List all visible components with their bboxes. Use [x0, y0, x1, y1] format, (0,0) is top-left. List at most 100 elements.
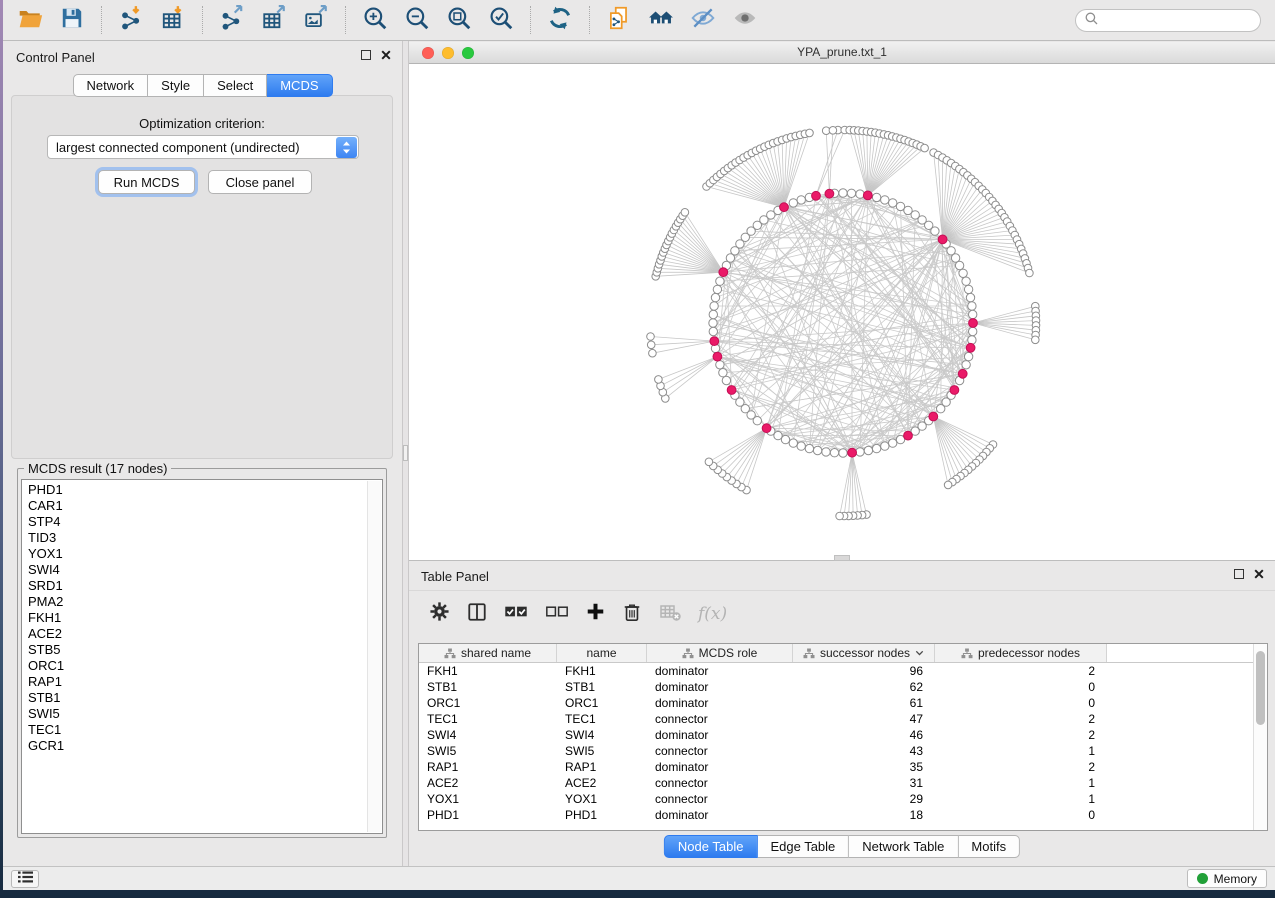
table-row[interactable]: PHD1PHD1dominator180 — [419, 807, 1267, 823]
horizontal-splitter-handle[interactable] — [834, 555, 850, 561]
import-network-button[interactable] — [110, 3, 152, 37]
search-box[interactable] — [1075, 9, 1261, 32]
result-node-item[interactable]: GCR1 — [22, 738, 382, 754]
table-row[interactable]: SWI4SWI4dominator462 — [419, 727, 1267, 743]
result-node-item[interactable]: ACE2 — [22, 626, 382, 642]
run-mcds-button[interactable]: Run MCDS — [98, 170, 195, 194]
columns-button[interactable] — [467, 601, 487, 627]
column-header-mcds-role[interactable]: MCDS role — [647, 644, 793, 662]
result-node-item[interactable]: STP4 — [22, 514, 382, 530]
table-cell-mcds-role[interactable]: dominator — [647, 696, 793, 710]
table-tab-network-table[interactable]: Network Table — [849, 835, 958, 858]
table-cell-mcds-role[interactable]: dominator — [647, 680, 793, 694]
criterion-dropdown[interactable]: largest connected component (undirected) — [47, 135, 359, 159]
result-node-item[interactable]: TEC1 — [22, 722, 382, 738]
table-cell-shared-name[interactable]: FKH1 — [419, 664, 557, 678]
result-node-item[interactable]: PHD1 — [22, 482, 382, 498]
memory-button[interactable]: Memory — [1187, 869, 1267, 888]
result-node-item[interactable]: PMA2 — [22, 594, 382, 610]
float-panel-icon[interactable] — [1234, 569, 1244, 579]
table-cell-name[interactable]: RAP1 — [557, 760, 647, 774]
table-cell-name[interactable]: SWI5 — [557, 744, 647, 758]
table-row[interactable]: STB1STB1dominator620 — [419, 679, 1267, 695]
table-cell-successor-nodes[interactable]: 29 — [793, 792, 935, 806]
table-cell-name[interactable]: SWI4 — [557, 728, 647, 742]
table-cell-successor-nodes[interactable]: 43 — [793, 744, 935, 758]
task-history-button[interactable] — [11, 870, 39, 888]
result-node-item[interactable]: RAP1 — [22, 674, 382, 690]
tab-network[interactable]: Network — [72, 74, 148, 97]
first-neighbors-button[interactable] — [640, 3, 682, 37]
close-panel-icon[interactable] — [1254, 569, 1264, 579]
result-node-item[interactable]: SWI4 — [22, 562, 382, 578]
column-header-name[interactable]: name — [557, 644, 647, 662]
table-cell-predecessor-nodes[interactable]: 0 — [935, 680, 1107, 694]
tab-style[interactable]: Style — [148, 74, 204, 97]
table-cell-shared-name[interactable]: PHD1 — [419, 808, 557, 822]
copy-button[interactable] — [598, 3, 640, 37]
table-scrollbar[interactable] — [1253, 644, 1267, 830]
result-node-item[interactable]: ORC1 — [22, 658, 382, 674]
gear-button[interactable] — [429, 601, 450, 627]
table-cell-successor-nodes[interactable]: 18 — [793, 808, 935, 822]
column-header-successor-nodes[interactable]: successor nodes — [793, 644, 935, 662]
table-cell-name[interactable]: PHD1 — [557, 808, 647, 822]
table-row[interactable]: FKH1FKH1dominator962 — [419, 663, 1267, 679]
table-cell-mcds-role[interactable]: connector — [647, 712, 793, 726]
table-cell-mcds-role[interactable]: dominator — [647, 808, 793, 822]
table-row[interactable]: TEC1TEC1connector472 — [419, 711, 1267, 727]
table-cell-predecessor-nodes[interactable]: 1 — [935, 776, 1107, 790]
add-button[interactable] — [586, 601, 605, 627]
table-cell-shared-name[interactable]: SWI4 — [419, 728, 557, 742]
table-cell-mcds-role[interactable]: connector — [647, 776, 793, 790]
search-input[interactable] — [1103, 14, 1260, 28]
table-cell-mcds-role[interactable]: dominator — [647, 728, 793, 742]
table-cell-mcds-role[interactable]: dominator — [647, 664, 793, 678]
delete-button[interactable] — [622, 601, 642, 627]
result-node-item[interactable]: SRD1 — [22, 578, 382, 594]
zoom-in-button[interactable] — [354, 3, 396, 37]
zoom-fit-button[interactable] — [438, 3, 480, 37]
close-panel-button[interactable]: Close panel — [208, 170, 312, 194]
maximize-window-icon[interactable] — [462, 47, 474, 59]
table-cell-predecessor-nodes[interactable]: 2 — [935, 664, 1107, 678]
import-table-button[interactable] — [152, 3, 194, 37]
table-cell-name[interactable]: ORC1 — [557, 696, 647, 710]
table-cell-shared-name[interactable]: ORC1 — [419, 696, 557, 710]
table-cell-name[interactable]: STB1 — [557, 680, 647, 694]
table-cell-predecessor-nodes[interactable]: 2 — [935, 712, 1107, 726]
table-cell-predecessor-nodes[interactable]: 1 — [935, 744, 1107, 758]
table-row[interactable]: YOX1YOX1connector291 — [419, 791, 1267, 807]
table-cell-predecessor-nodes[interactable]: 2 — [935, 728, 1107, 742]
table-cell-mcds-role[interactable]: connector — [647, 744, 793, 758]
table-row[interactable]: ORC1ORC1dominator610 — [419, 695, 1267, 711]
table-cell-shared-name[interactable]: ACE2 — [419, 776, 557, 790]
table-cell-successor-nodes[interactable]: 35 — [793, 760, 935, 774]
export-table-button[interactable] — [253, 3, 295, 37]
result-node-item[interactable]: STB1 — [22, 690, 382, 706]
table-row[interactable]: SWI5SWI5connector431 — [419, 743, 1267, 759]
table-cell-shared-name[interactable]: YOX1 — [419, 792, 557, 806]
float-panel-icon[interactable] — [361, 50, 371, 60]
table-cell-successor-nodes[interactable]: 46 — [793, 728, 935, 742]
table-cell-predecessor-nodes[interactable]: 2 — [935, 760, 1107, 774]
minimize-window-icon[interactable] — [442, 47, 454, 59]
splitter-handle[interactable] — [403, 445, 408, 461]
table-cell-name[interactable]: FKH1 — [557, 664, 647, 678]
table-cell-mcds-role[interactable]: dominator — [647, 760, 793, 774]
result-node-item[interactable]: SWI5 — [22, 706, 382, 722]
table-cell-predecessor-nodes[interactable]: 0 — [935, 696, 1107, 710]
save-button[interactable] — [51, 3, 93, 37]
table-cell-name[interactable]: TEC1 — [557, 712, 647, 726]
table-row[interactable]: RAP1RAP1dominator352 — [419, 759, 1267, 775]
deselect-all-button[interactable] — [545, 601, 569, 627]
table-cell-name[interactable]: YOX1 — [557, 792, 647, 806]
table-cell-shared-name[interactable]: RAP1 — [419, 760, 557, 774]
result-node-item[interactable]: FKH1 — [22, 610, 382, 626]
table-row[interactable]: ACE2ACE2connector311 — [419, 775, 1267, 791]
zoom-out-button[interactable] — [396, 3, 438, 37]
table-tab-node-table[interactable]: Node Table — [664, 835, 758, 858]
table-cell-mcds-role[interactable]: connector — [647, 792, 793, 806]
network-graph[interactable] — [409, 64, 1275, 560]
close-panel-icon[interactable] — [381, 50, 391, 60]
